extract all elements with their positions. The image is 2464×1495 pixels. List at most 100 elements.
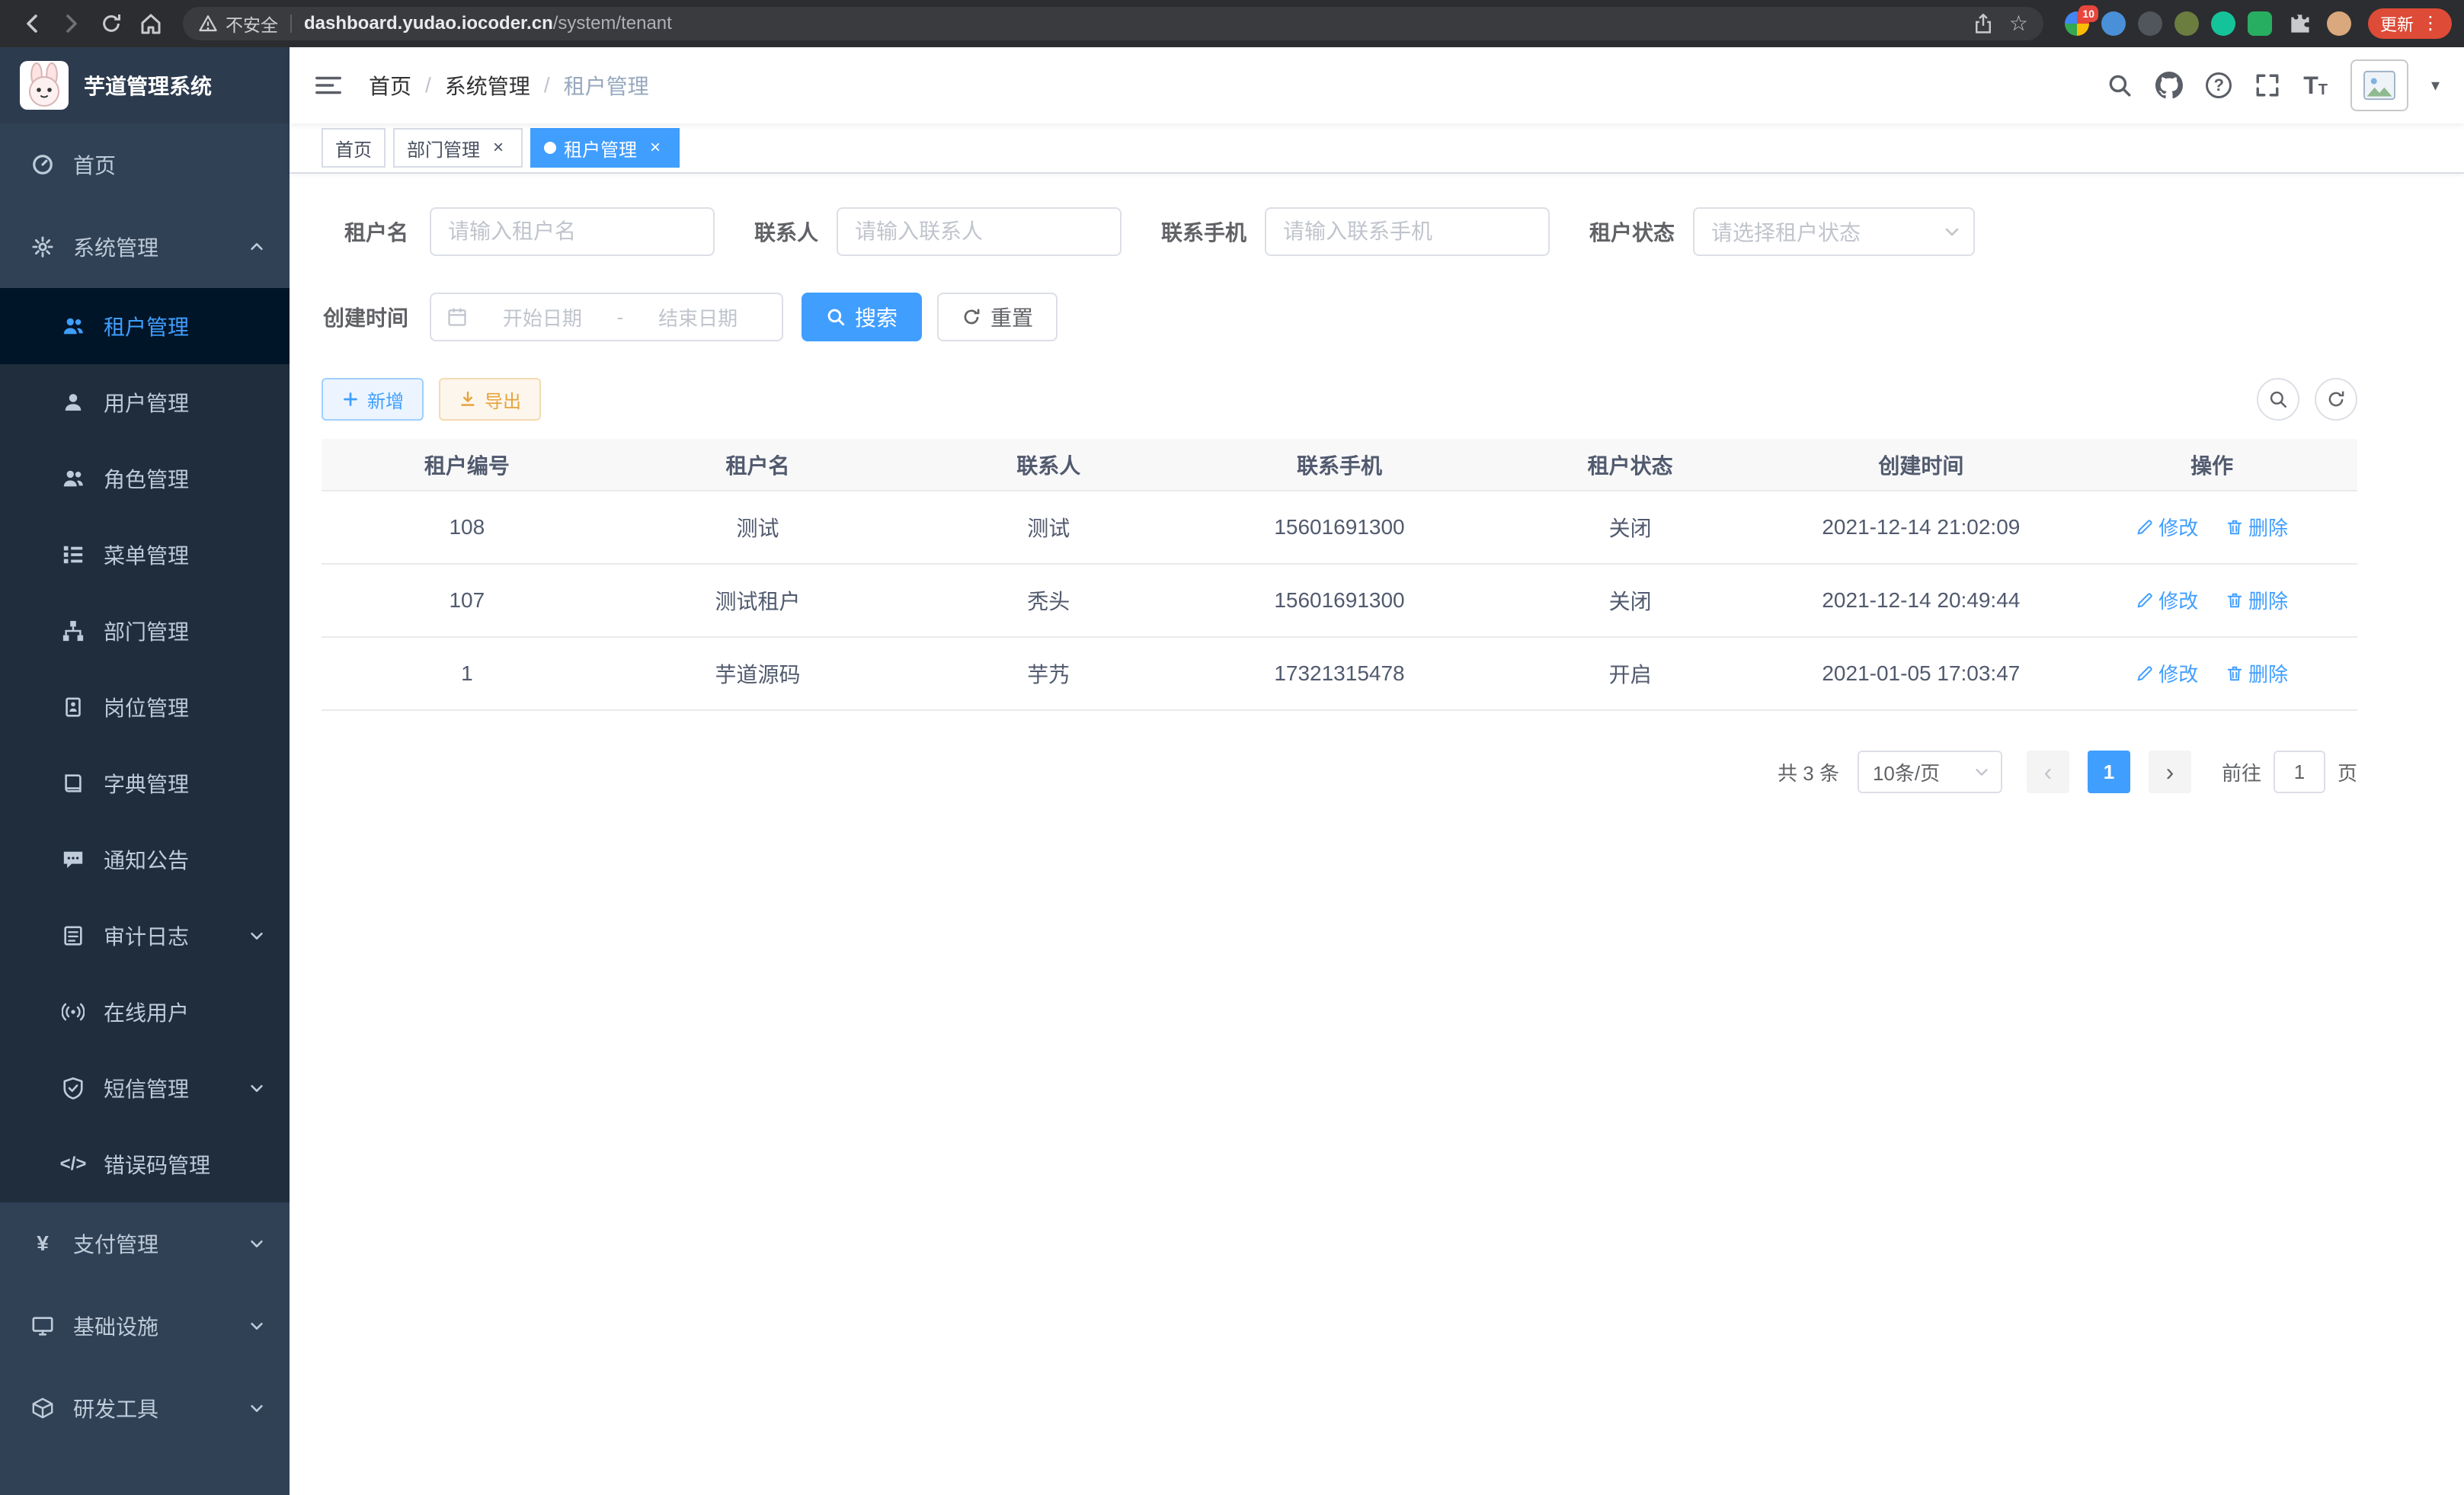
breadcrumb-system[interactable]: 系统管理 [445, 70, 530, 101]
sidebar-item-menu[interactable]: 菜单管理 [0, 517, 290, 593]
page-goto-input[interactable] [2274, 751, 2325, 793]
refresh-table-icon[interactable] [2315, 378, 2357, 421]
tab-close-icon[interactable]: × [488, 137, 509, 158]
chrome-update-button[interactable]: 更新 ⋮ [2368, 8, 2452, 39]
sidebar-item-label: 首页 [73, 149, 116, 180]
delete-link[interactable]: 删除 [2226, 586, 2288, 614]
sidebar-item-dept[interactable]: 部门管理 [0, 593, 290, 669]
filter-status: 租户状态 请选择租户状态 [1589, 207, 1975, 256]
home-icon[interactable] [131, 4, 171, 43]
tab-tenant[interactable]: 租户管理 × [530, 128, 680, 168]
export-button[interactable]: 导出 [439, 378, 541, 421]
sidebar-item-system[interactable]: 系统管理 [0, 206, 290, 288]
forward-icon[interactable] [52, 4, 91, 43]
page-size-select[interactable]: 10条/页 [1858, 751, 2002, 793]
help-icon[interactable]: ? [2206, 72, 2232, 98]
sidebar-item-role[interactable]: 角色管理 [0, 440, 290, 517]
phone-input[interactable] [1265, 207, 1550, 256]
pencil-icon [2136, 518, 2154, 536]
reload-icon[interactable] [91, 4, 131, 43]
sidebar-item-user[interactable]: 用户管理 [0, 364, 290, 440]
sidebar-item-payment[interactable]: ¥ 支付管理 [0, 1202, 290, 1285]
prev-page-button[interactable]: ‹ [2027, 751, 2069, 793]
search-icon[interactable] [2107, 72, 2133, 98]
filter-tenant-name: 租户名 [322, 207, 715, 256]
tab-dept[interactable]: 部门管理 × [393, 128, 523, 168]
sidebar-item-tenant[interactable]: 租户管理 [0, 288, 290, 364]
share-icon[interactable] [1973, 13, 1994, 34]
font-size-icon[interactable]: TT [2303, 73, 2328, 98]
extension-icon[interactable]: 10 [2065, 11, 2089, 36]
delete-link[interactable]: 删除 [2226, 659, 2288, 687]
tab-close-icon[interactable]: × [645, 137, 666, 158]
sidebar-item-audit-log[interactable]: 审计日志 [0, 898, 290, 974]
tenant-name-input[interactable] [430, 207, 715, 256]
sidebar-item-label: 错误码管理 [104, 1149, 210, 1180]
user-avatar[interactable] [2350, 59, 2408, 111]
tab-home[interactable]: 首页 [322, 128, 386, 168]
reset-button[interactable]: 重置 [937, 293, 1058, 341]
avatar-caret-down-icon[interactable]: ▾ [2431, 75, 2440, 95]
cell-name: 测试 [613, 491, 904, 564]
contact-input[interactable] [837, 207, 1122, 256]
bookmark-star-icon[interactable]: ☆ [2009, 13, 2028, 34]
status-select-placeholder: 请选择租户状态 [1711, 216, 1861, 247]
status-label: 租户状态 [1589, 216, 1675, 247]
toggle-search-icon[interactable] [2257, 378, 2299, 421]
sidebar-logo[interactable]: 芋道管理系统 [0, 47, 290, 123]
security-chip[interactable]: 不安全 [198, 11, 278, 37]
plus-icon [341, 390, 360, 408]
github-icon[interactable] [2155, 72, 2183, 99]
extension-icon[interactable] [2138, 11, 2162, 36]
search-button[interactable]: 搜索 [802, 293, 922, 341]
extension-icon[interactable] [2174, 11, 2199, 36]
user-icon [61, 390, 85, 415]
page-number-1[interactable]: 1 [2088, 751, 2130, 793]
delete-link[interactable]: 删除 [2226, 513, 2288, 541]
fullscreen-icon[interactable] [2254, 72, 2280, 98]
col-phone: 联系手机 [1194, 439, 1485, 491]
breadcrumb-separator: / [425, 73, 431, 98]
extension-icon[interactable] [2101, 11, 2126, 36]
pagination: 共 3 条 10条/页 ‹ 1 › 前往 页 [322, 751, 2357, 793]
back-icon[interactable] [12, 4, 52, 43]
status-select[interactable]: 请选择租户状态 [1693, 207, 1975, 256]
sidebar-item-notice[interactable]: 通知公告 [0, 821, 290, 898]
filter-contact: 联系人 [754, 207, 1122, 256]
sidebar-item-infra[interactable]: 基础设施 [0, 1285, 290, 1367]
search-icon [826, 307, 846, 327]
tags-view-bar: 首页 部门管理 × 租户管理 × [290, 123, 2464, 174]
sidebar-item-home[interactable]: 首页 [0, 123, 290, 206]
extension-icon[interactable] [2248, 11, 2272, 36]
font-size-large: T [2303, 73, 2318, 98]
sidebar-item-label: 支付管理 [73, 1228, 158, 1259]
page-unit-label: 页 [2338, 758, 2357, 786]
sidebar-item-post[interactable]: 岗位管理 [0, 669, 290, 745]
edit-link[interactable]: 修改 [2136, 513, 2198, 541]
breadcrumb-home[interactable]: 首页 [369, 70, 411, 101]
app-layout: 芋道管理系统 首页 系统管理 租户管理 用户管理 [0, 47, 2464, 1495]
sidebar-item-dict[interactable]: 字典管理 [0, 745, 290, 821]
address-bar[interactable]: 不安全 dashboard.yudao.iocoder.cn/system/te… [183, 7, 2043, 40]
edit-link[interactable]: 修改 [2136, 659, 2198, 687]
sidebar-item-online-users[interactable]: 在线用户 [0, 974, 290, 1050]
sidebar-item-sms[interactable]: 短信管理 [0, 1050, 290, 1126]
chevron-down-icon [248, 1400, 265, 1417]
next-page-button[interactable]: › [2149, 751, 2191, 793]
breadcrumb-separator: / [544, 73, 550, 98]
trash-icon [2226, 518, 2244, 536]
download-icon [459, 390, 477, 408]
date-range-picker[interactable]: 开始日期 - 结束日期 [430, 293, 783, 341]
table-header-row: 租户编号 租户名 联系人 联系手机 租户状态 创建时间 操作 [322, 439, 2357, 491]
add-button[interactable]: 新增 [322, 378, 424, 421]
edit-link[interactable]: 修改 [2136, 586, 2198, 614]
sidebar-item-devtools[interactable]: 研发工具 [0, 1367, 290, 1449]
sidebar-collapse-icon[interactable] [314, 73, 343, 98]
sidebar-item-label: 基础设施 [73, 1311, 158, 1341]
profile-avatar-icon[interactable] [2327, 11, 2351, 36]
tenant-users-icon [61, 314, 85, 338]
sidebar-item-error-code[interactable]: </> 错误码管理 [0, 1126, 290, 1202]
extension-icon[interactable] [2211, 11, 2235, 36]
puzzle-extensions-icon[interactable] [2284, 4, 2315, 43]
warning-icon [198, 14, 218, 34]
